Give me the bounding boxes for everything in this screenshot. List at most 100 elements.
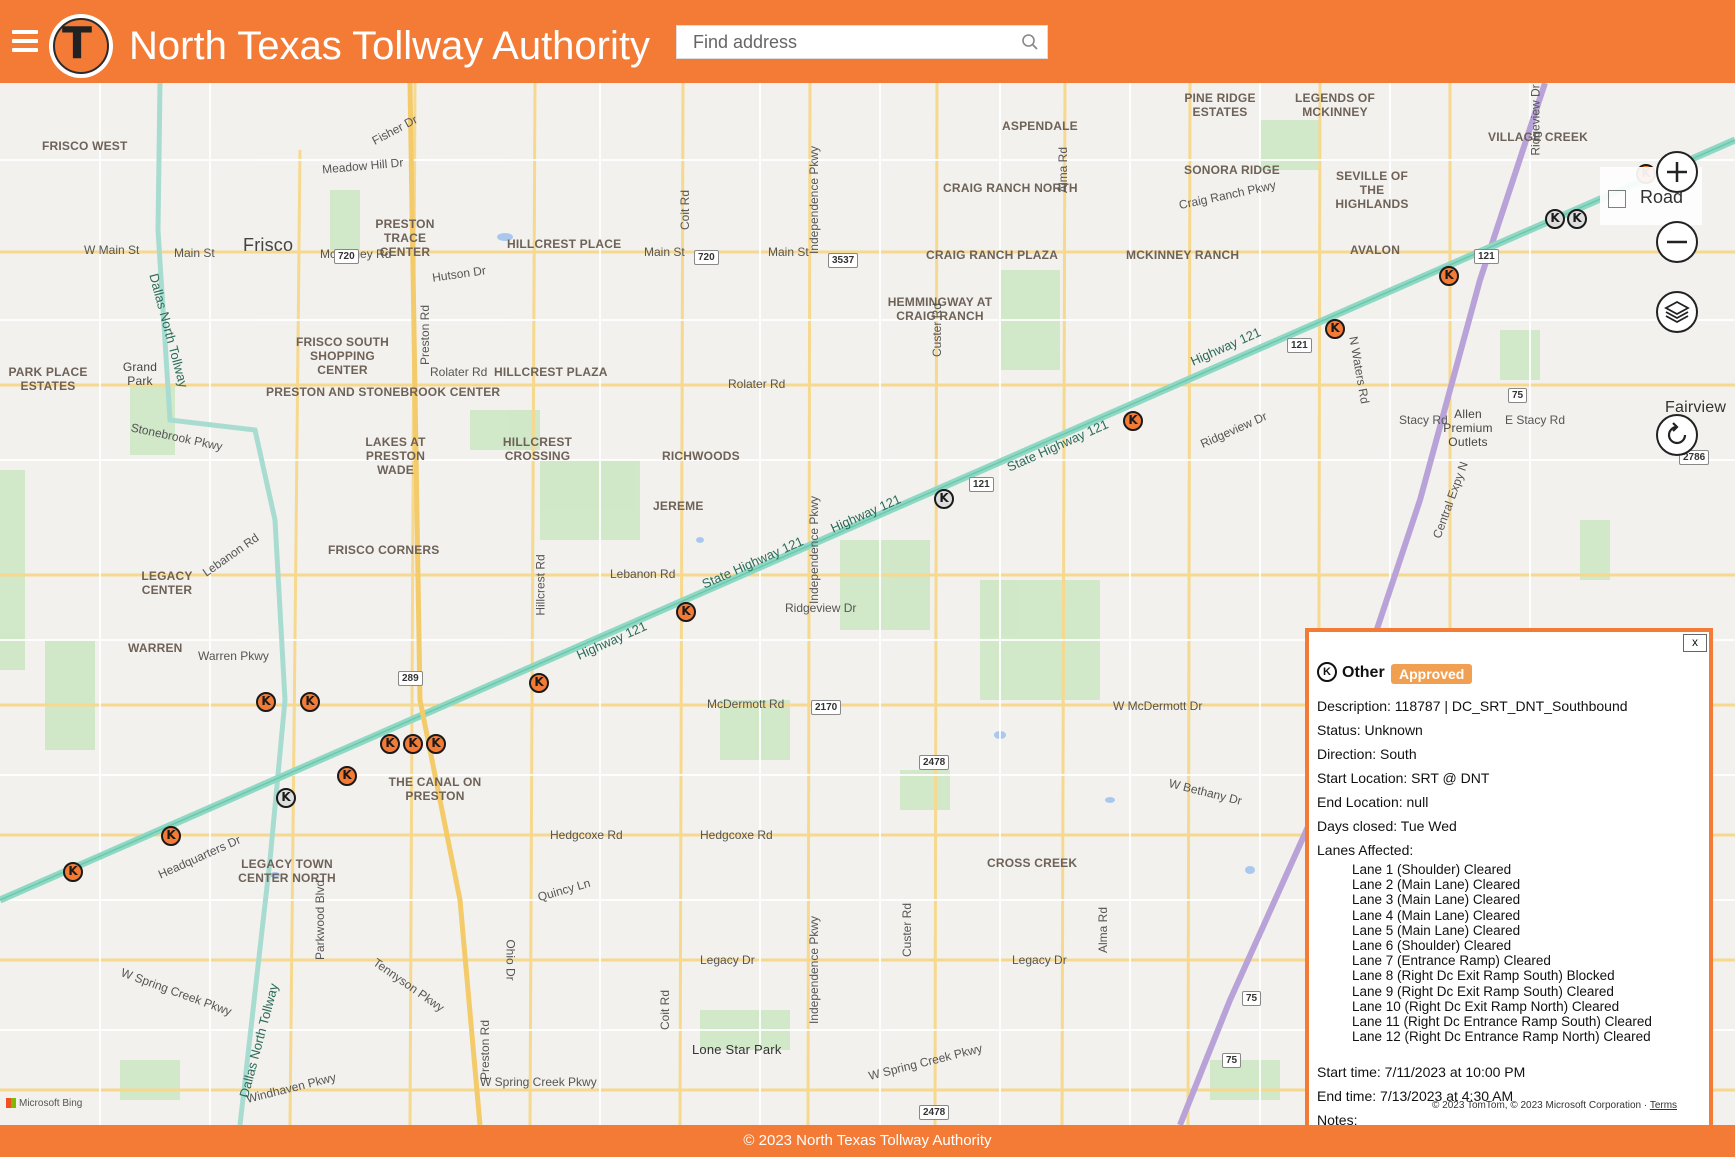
closure-marker-icon[interactable]: K (1439, 266, 1459, 286)
place-label: FRISCO WEST (42, 139, 128, 153)
start-location-field: Start Location: SRT @ DNT (1317, 770, 1490, 786)
place-label: FRISCO SOUTH SHOPPING CENTER (295, 335, 390, 377)
lane-item: Lane 2 (Main Lane) Cleared (1352, 877, 1521, 893)
copyright-text: © 2023 TomTom, © 2023 Microsoft Corporat… (1432, 1100, 1642, 1111)
lane-item: Lane 11 (Right Dc Entrance Ramp South) C… (1352, 1014, 1652, 1030)
lanes-title: Lanes Affected: (1317, 842, 1414, 858)
closure-popup: x K Other Approved Description: 118787 |… (1305, 628, 1713, 1125)
road-label: Hillcrest Rd (533, 554, 548, 616)
road-label: W Spring Creek Pkwy (480, 1075, 597, 1089)
lane-item: Lane 3 (Main Lane) Cleared (1352, 892, 1521, 908)
highway-shield: 2478 (919, 755, 950, 770)
road-label: E Stacy Rd (1505, 413, 1566, 427)
closure-marker-icon[interactable]: K (426, 734, 446, 754)
road-label: Independence Pkwy (807, 495, 822, 605)
microsoft-logo-icon (6, 1098, 16, 1109)
closure-marker-icon[interactable]: K (1325, 319, 1345, 339)
hamburger-menu-icon[interactable] (12, 30, 38, 52)
place-label: WARREN (128, 641, 183, 655)
start-time-field: Start time: 7/11/2023 at 10:00 PM (1317, 1064, 1526, 1080)
lane-item: Lane 1 (Shoulder) Cleared (1352, 862, 1512, 877)
road-label: Preston Rd (418, 304, 433, 366)
highway-shield: 121 (1287, 338, 1312, 353)
reset-rotation-button[interactable] (1656, 414, 1698, 456)
place-label: CRAIG RANCH PLAZA (926, 248, 1059, 262)
description-field: Description: 118787 | DC_SRT_DNT_Southbo… (1317, 698, 1628, 714)
place-label: AVALON (1350, 243, 1401, 257)
road-label: Coit Rd (678, 189, 693, 231)
road-label: Custer Rd (900, 902, 915, 958)
highway-shield: 121 (1474, 249, 1499, 264)
place-label: LEGENDS OF MCKINNEY (1294, 91, 1375, 119)
map-style-icon (1608, 190, 1626, 208)
search-icon[interactable] (1021, 33, 1039, 51)
road-label: McDermott Rd (707, 697, 785, 711)
closure-marker-icon[interactable]: K (63, 862, 83, 882)
closure-marker-icon[interactable]: K (256, 692, 276, 712)
place-label: SEVILLE OF THE HIGHLANDS (1335, 169, 1409, 211)
bing-attribution-text: Microsoft Bing (19, 1098, 83, 1109)
ntta-logo: T (49, 14, 113, 78)
closure-marker-icon[interactable]: K (529, 673, 549, 693)
highway-shield: 75 (1508, 388, 1528, 403)
terms-link[interactable]: Terms (1650, 1100, 1677, 1111)
map-copyright: © 2023 TomTom, © 2023 Microsoft Corporat… (1432, 1100, 1678, 1111)
place-label: HILLCREST CROSSING (502, 435, 573, 463)
closure-marker-icon[interactable]: K (380, 734, 400, 754)
place-label: HILLCREST PLACE (507, 237, 622, 251)
road-label: Hedgcoxe Rd (700, 828, 773, 842)
logo-letter: T (61, 18, 92, 69)
layers-button[interactable] (1656, 291, 1698, 333)
road-label: Rolater Rd (728, 377, 786, 391)
zoom-in-button[interactable] (1656, 151, 1698, 193)
closure-marker-icon[interactable]: K (1567, 209, 1587, 229)
closure-marker-icon[interactable]: K (403, 734, 423, 754)
place-label: LAKES AT PRESTON WADE (365, 435, 426, 477)
days-closed-field: Days closed: Tue Wed (1317, 818, 1457, 834)
place-label: Lone Star Park (692, 1042, 782, 1057)
k-marker-icon: K (1317, 662, 1337, 682)
place-label: PRESTON AND STONEBROOK CENTER (266, 385, 501, 399)
closure-marker-icon[interactable]: K (161, 826, 181, 846)
app-title: North Texas Tollway Authority (129, 24, 650, 68)
place-label: HILLCREST PLAZA (494, 365, 608, 379)
closure-marker-icon[interactable]: K (337, 766, 357, 786)
place-label: MCKINNEY RANCH (1126, 248, 1240, 262)
zoom-out-button[interactable] (1656, 221, 1698, 263)
closure-marker-icon[interactable]: K (934, 489, 954, 509)
closure-marker-icon[interactable]: K (300, 692, 320, 712)
place-label: CROSS CREEK (987, 856, 1078, 870)
closure-marker-icon[interactable]: K (1123, 411, 1143, 431)
road-label: Parkwood Blvd (313, 879, 328, 961)
road-label: Main St (768, 245, 809, 259)
lane-item: Lane 9 (Right Dc Exit Ramp South) Cleare… (1352, 983, 1614, 999)
road-label: Legacy Dr (1012, 953, 1067, 967)
highway-shield: 75 (1242, 991, 1262, 1006)
close-icon[interactable]: x (1683, 634, 1707, 652)
notes-field: Notes: (1317, 1112, 1358, 1125)
highway-shield: 121 (969, 477, 994, 492)
lane-item: Lane 6 (Shoulder) Cleared (1352, 938, 1512, 954)
place-label: Grand Park (122, 360, 158, 388)
road-label: Alma Rd (1096, 906, 1111, 954)
map-canvas[interactable]: FRISCO WEST PRESTON TRACE CENTER Frisco … (0, 83, 1735, 1125)
place-label: LEGACY CENTER (141, 569, 193, 597)
place-label: Frisco (243, 235, 294, 255)
closure-marker-icon[interactable]: K (1545, 209, 1565, 229)
closure-marker-icon[interactable]: K (676, 602, 696, 622)
road-label: Warren Pkwy (198, 649, 269, 663)
road-label: Lebanon Rd (610, 567, 676, 581)
road-label: Alma Rd (1056, 146, 1071, 194)
road-label: Independence Pkwy (807, 145, 822, 255)
lane-item: Lane 5 (Main Lane) Cleared (1352, 922, 1521, 938)
closure-marker-icon[interactable]: K (276, 788, 296, 808)
highway-shield: 75 (1222, 1053, 1242, 1068)
address-search (676, 25, 1048, 59)
place-label: RICHWOODS (662, 449, 740, 463)
highway-shield: 3537 (828, 253, 859, 268)
road-label: Custer Rd (930, 302, 945, 358)
search-input[interactable] (677, 26, 1007, 58)
highway-shield: 2478 (919, 1105, 950, 1120)
place-label: ASPENDALE (1002, 119, 1078, 133)
road-label: Hedgcoxe Rd (550, 828, 623, 842)
